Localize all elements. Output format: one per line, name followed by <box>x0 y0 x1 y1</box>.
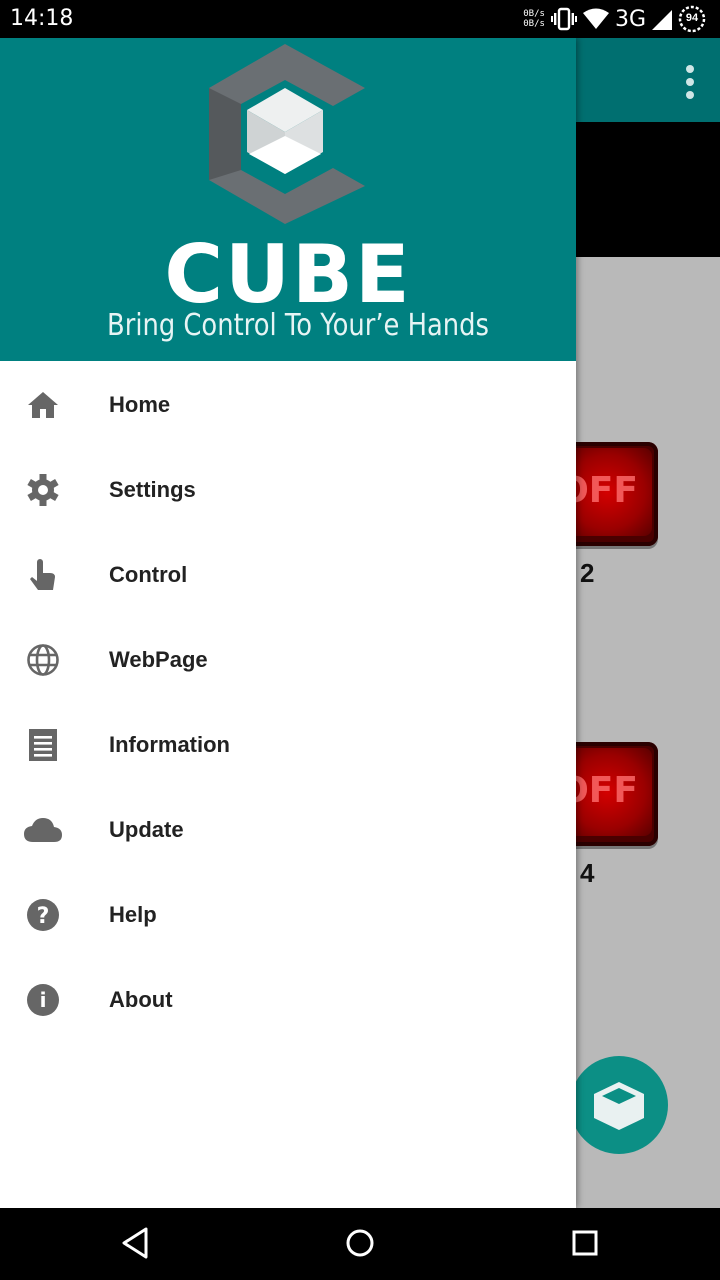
info-icon: i <box>21 978 65 1022</box>
menu-item-settings[interactable]: Settings <box>0 447 576 532</box>
menu-item-information[interactable]: Information <box>0 702 576 787</box>
battery-level: 94 <box>685 12 699 24</box>
svg-text:i: i <box>40 988 47 1012</box>
menu-item-label: Home <box>109 391 171 417</box>
wifi-icon <box>582 8 609 29</box>
cube-logo <box>209 44 365 224</box>
menu-item-about[interactable]: i About <box>0 957 576 1042</box>
gear-icon <box>21 468 65 512</box>
menu-item-label: Settings <box>109 476 196 502</box>
touch-icon <box>21 553 65 597</box>
home-icon <box>21 383 65 427</box>
signal-icon <box>652 10 672 30</box>
status-time: 14:18 <box>10 6 74 31</box>
network-type: 3G <box>614 6 646 32</box>
menu-item-webpage[interactable]: WebPage <box>0 617 576 702</box>
net-speed: 0B/s 0B/s <box>523 9 545 29</box>
net-down: 0B/s <box>523 19 545 29</box>
vibrate-icon <box>550 7 577 31</box>
status-bar: 14:18 0B/s 0B/s 3G 94 <box>0 0 720 38</box>
navigation-drawer: CUBE Bring Control To Your’e Hands Home <box>0 38 576 1208</box>
menu-item-help[interactable]: ? Help <box>0 872 576 957</box>
more-options-icon[interactable] <box>684 64 696 100</box>
system-nav-bar <box>0 1208 720 1280</box>
menu-item-label: WebPage <box>109 646 208 672</box>
svg-text:?: ? <box>37 904 50 929</box>
globe-icon <box>21 638 65 682</box>
menu-item-label: Information <box>109 731 230 757</box>
net-up: 0B/s <box>523 9 545 19</box>
battery-icon: 94 <box>678 5 706 33</box>
back-button[interactable] <box>120 1226 150 1260</box>
menu-item-update[interactable]: Update <box>0 787 576 872</box>
menu-item-home[interactable]: Home <box>0 362 576 447</box>
help-icon: ? <box>21 893 65 937</box>
menu-item-label: Control <box>109 561 188 587</box>
menu-item-label: About <box>109 986 173 1012</box>
brand-tagline: Bring Control To Your’e Hands <box>107 308 489 343</box>
relay-number: 4 <box>580 858 595 888</box>
cloud-icon <box>21 808 65 852</box>
menu-item-label: Help <box>109 901 157 927</box>
receipt-icon <box>21 723 65 767</box>
cube-icon <box>594 1082 644 1130</box>
status-icons: 0B/s 0B/s 3G 94 <box>523 4 706 34</box>
cube-fab[interactable] <box>570 1056 668 1154</box>
menu-item-control[interactable]: Control <box>0 532 576 617</box>
drawer-header: CUBE Bring Control To Your’e Hands <box>0 38 576 361</box>
menu-item-label: Update <box>109 816 184 842</box>
recents-button[interactable] <box>570 1226 600 1260</box>
drawer-menu: Home Settings Control WebPage Informatio… <box>0 362 576 1042</box>
home-button[interactable] <box>345 1226 375 1260</box>
relay-number: 2 <box>580 558 595 588</box>
